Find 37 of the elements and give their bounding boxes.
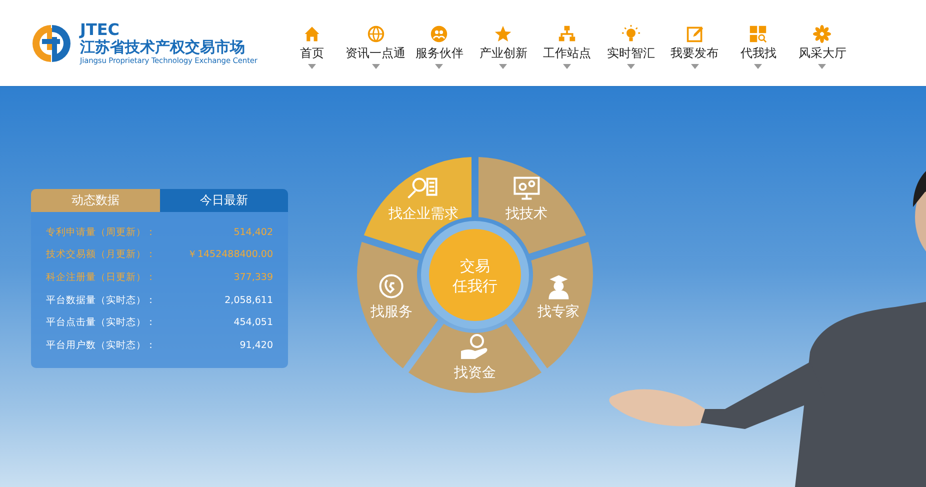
- stats-tab[interactable]: 动态数据: [31, 189, 160, 212]
- stat-label: 技术交易额（月更新）：: [46, 248, 156, 262]
- center-text[interactable]: 任我行: [452, 277, 498, 295]
- nav-menu-item[interactable]: 我要发布: [670, 46, 719, 61]
- stat-label: 专利申请量（周更新）：: [46, 226, 156, 239]
- stat-value: ￥1452488400.00: [187, 248, 273, 262]
- stat-label: 平台用户数（实时态）：: [46, 338, 156, 352]
- wheel-segment[interactable]: 找专家: [512, 242, 593, 368]
- logo-abbreviation: JTEC: [80, 20, 121, 38]
- segment-label[interactable]: 找技术: [506, 206, 548, 222]
- stat-value: 377,339: [234, 272, 273, 283]
- nav-menu-item[interactable]: 实时智汇: [606, 46, 655, 61]
- stats-tab[interactable]: 今日最新: [160, 189, 288, 212]
- nav-menu-item[interactable]: 服务伙伴: [415, 46, 464, 61]
- wheel-segment[interactable]: 找企业需求: [364, 157, 472, 254]
- wheel-segment[interactable]: 找技术: [478, 157, 586, 254]
- segment-label[interactable]: 找服务: [370, 304, 412, 320]
- stat-label: 平台数据量（实时态）：: [46, 294, 156, 307]
- stat-label: 平台点击量（实时态）：: [46, 316, 156, 330]
- stat-value: 91,420: [240, 340, 273, 351]
- logo-name: 江苏省技术产权交易市场: [80, 38, 246, 56]
- segment-label[interactable]: 找专家: [538, 304, 580, 320]
- stat-value: 514,402: [234, 226, 273, 238]
- nav-menu-item[interactable]: 首页: [300, 46, 324, 61]
- nav-menu-item[interactable]: 风采大厅: [798, 46, 846, 61]
- wheel-segment[interactable]: 找资金: [408, 324, 542, 393]
- stat-value: 454,051: [234, 317, 273, 328]
- stat-value: 2,058,611: [224, 294, 273, 306]
- segment-label[interactable]: 找资金: [454, 365, 496, 381]
- stat-label: 科企注册量（日更新）：: [46, 270, 156, 284]
- segment-label[interactable]: 找企业需求: [388, 206, 458, 222]
- center-text[interactable]: 交易: [460, 257, 490, 275]
- nav-menu-item[interactable]: 代我找: [740, 46, 776, 61]
- nav-menu-item[interactable]: 资讯一点通: [346, 46, 406, 61]
- wheel-segment[interactable]: 找服务: [357, 242, 438, 368]
- nav-menu-item[interactable]: 产业创新: [479, 46, 528, 61]
- nav-menu-item[interactable]: 工作站点: [543, 46, 592, 61]
